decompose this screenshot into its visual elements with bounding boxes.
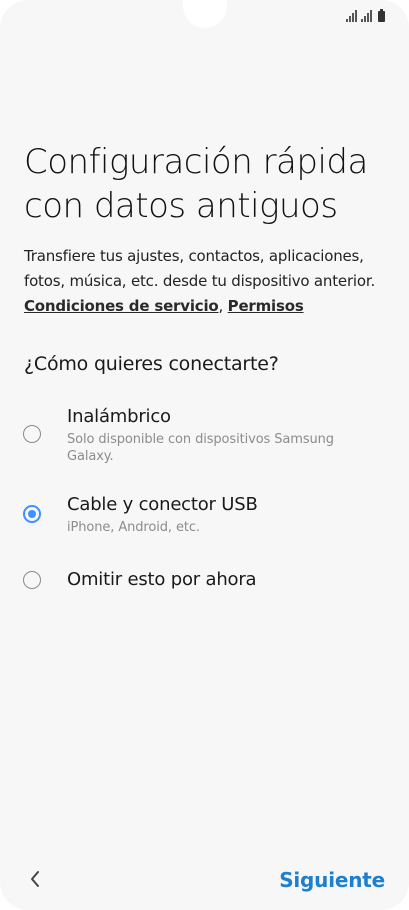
radio-button-unchecked[interactable] bbox=[23, 571, 41, 589]
link-separator: , bbox=[218, 297, 228, 315]
screen: Configuración rápida con datos antiguos … bbox=[0, 0, 409, 910]
radio-button-checked[interactable] bbox=[23, 505, 41, 523]
option-skip[interactable]: Omitir esto por ahora bbox=[0, 566, 409, 596]
option-usb-cable[interactable]: Cable y conector USB iPhone, Android, et… bbox=[0, 491, 409, 541]
option-wireless[interactable]: Inalámbrico Solo disponible con disposit… bbox=[0, 402, 409, 472]
camera-notch bbox=[183, 0, 227, 28]
option-label: Omitir esto por ahora bbox=[67, 569, 257, 590]
signal-icon bbox=[346, 10, 357, 22]
terms-link[interactable]: Condiciones de servicio bbox=[24, 297, 219, 315]
battery-icon bbox=[378, 9, 385, 22]
option-sublabel: Solo disponible con dispositivos Samsung… bbox=[67, 432, 334, 464]
page-title: Configuración rápida con datos antiguos bbox=[24, 142, 368, 226]
radio-button-unchecked[interactable] bbox=[23, 425, 41, 443]
chevron-left-icon bbox=[31, 871, 39, 887]
signal-icon bbox=[361, 10, 372, 22]
description-text: Transfiere tus ajustes, contactos, aplic… bbox=[24, 247, 376, 290]
option-sublabel: iPhone, Android, etc. bbox=[67, 520, 200, 535]
option-label: Cable y conector USB bbox=[67, 494, 258, 515]
permissions-link[interactable]: Permisos bbox=[228, 297, 304, 315]
back-button[interactable] bbox=[24, 866, 46, 892]
next-button[interactable]: Siguiente bbox=[279, 866, 385, 894]
connection-question: ¿Cómo quieres conectarte? bbox=[24, 353, 279, 375]
page-description: Transfiere tus ajustes, contactos, aplic… bbox=[24, 244, 390, 319]
status-bar bbox=[346, 8, 385, 22]
option-label: Inalámbrico bbox=[67, 406, 171, 427]
